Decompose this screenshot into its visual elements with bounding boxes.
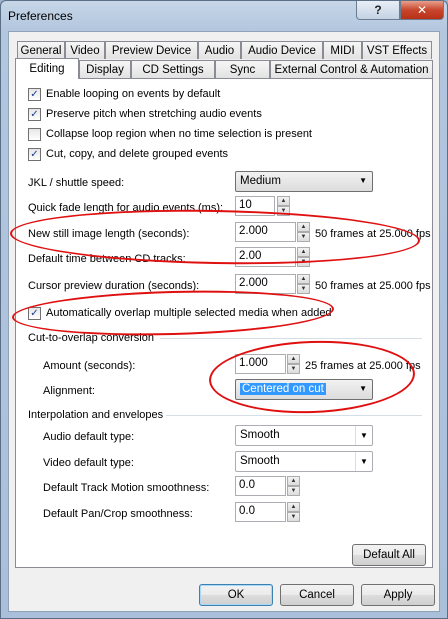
cancel-button[interactable]: Cancel <box>280 584 354 606</box>
spin-down-icon[interactable]: ▼ <box>297 284 310 294</box>
video-type-value: Smooth <box>240 455 280 467</box>
jkl-label: JKL / shuttle speed: <box>28 177 125 189</box>
help-button[interactable]: ? <box>356 1 400 20</box>
cursor-input[interactable]: 2.000 <box>235 274 296 294</box>
jkl-dropdown[interactable]: Medium ▼ <box>235 171 373 192</box>
pan-smooth-label: Default Pan/Crop smoothness: <box>43 508 193 520</box>
still-input[interactable]: 2.000 <box>235 222 296 242</box>
jkl-value: Medium <box>240 175 281 187</box>
grouped-label: Cut, copy, and delete grouped events <box>46 148 229 160</box>
cut-group-title: Cut-to-overlap conversion <box>28 332 154 344</box>
spin-down-icon[interactable]: ▼ <box>287 486 300 496</box>
audio-type-label: Audio default type: <box>43 431 135 443</box>
checkmark-icon: ✓ <box>30 308 39 319</box>
cursor-label: Cursor preview duration (seconds): <box>28 280 200 292</box>
tab-midi[interactable]: MIDI <box>323 41 362 59</box>
cut-group-divider <box>160 338 422 339</box>
loop-label: Enable looping on events by default <box>46 88 221 100</box>
spin-up-icon[interactable]: ▲ <box>287 502 300 512</box>
chevron-down-icon: ▼ <box>355 426 372 445</box>
track-smooth-label: Default Track Motion smoothness: <box>43 482 210 494</box>
cdtracks-label: Default time between CD tracks: <box>28 253 186 265</box>
chevron-down-icon: ▼ <box>359 384 367 393</box>
still-label: New still image length (seconds): <box>28 228 190 240</box>
amount-spinner[interactable]: ▲ ▼ <box>287 354 300 374</box>
audio-type-value: Smooth <box>240 429 280 441</box>
fade-input[interactable]: 10 <box>235 196 275 216</box>
pan-smooth-spinner[interactable]: ▲ ▼ <box>287 502 300 522</box>
tab-cd-settings[interactable]: CD Settings <box>131 60 215 78</box>
grouped-checkbox[interactable]: ✓ <box>28 148 41 161</box>
tab-general[interactable]: General <box>17 41 65 59</box>
amount-input[interactable]: 1.000 <box>235 354 286 374</box>
spin-up-icon[interactable]: ▲ <box>297 247 310 257</box>
spin-down-icon[interactable]: ▼ <box>287 364 300 374</box>
editing-panel: ✓ Enable looping on events by default ✓ … <box>15 78 433 568</box>
chevron-down-icon: ▼ <box>359 176 367 185</box>
window-title: Preferences <box>8 9 73 23</box>
alignment-dropdown[interactable]: Centered on cut ▼ <box>235 379 373 400</box>
close-button[interactable]: ✕ <box>400 1 444 20</box>
tab-editing[interactable]: Editing <box>15 58 79 79</box>
pitch-checkbox[interactable]: ✓ <box>28 108 41 121</box>
ok-button[interactable]: OK <box>199 584 273 606</box>
overlap-label: Automatically overlap multiple selected … <box>46 307 332 319</box>
apply-button[interactable]: Apply <box>361 584 435 606</box>
tab-audio[interactable]: Audio <box>198 41 241 59</box>
help-icon: ? <box>374 3 382 17</box>
spin-up-icon[interactable]: ▲ <box>297 222 310 232</box>
title-bar[interactable]: Preferences ? ✕ <box>1 1 447 31</box>
spin-down-icon[interactable]: ▼ <box>287 512 300 522</box>
pan-smooth-input[interactable]: 0.0 <box>235 502 286 522</box>
amount-info: 25 frames at 25.000 fps <box>305 360 421 372</box>
amount-label: Amount (seconds): <box>43 360 136 372</box>
tab-vst-effects[interactable]: VST Effects <box>362 41 432 59</box>
spin-up-icon[interactable]: ▲ <box>287 476 300 486</box>
fade-label: Quick fade length for audio events (ms): <box>28 202 224 214</box>
cursor-info: 50 frames at 25.000 fps <box>315 280 431 292</box>
track-smooth-spinner[interactable]: ▲ ▼ <box>287 476 300 496</box>
track-smooth-input[interactable]: 0.0 <box>235 476 286 496</box>
checkmark-icon: ✓ <box>30 149 39 160</box>
tab-external-control[interactable]: External Control & Automation <box>270 60 433 78</box>
tab-sync[interactable]: Sync <box>215 60 270 78</box>
loop-checkbox[interactable]: ✓ <box>28 88 41 101</box>
checkmark-icon: ✓ <box>30 109 39 120</box>
spin-down-icon[interactable]: ▼ <box>297 232 310 242</box>
tab-preview-device[interactable]: Preview Device <box>105 41 198 59</box>
close-icon: ✕ <box>416 3 428 17</box>
video-type-label: Video default type: <box>43 457 134 469</box>
cdtracks-input[interactable]: 2.00 <box>235 247 296 267</box>
video-type-dropdown[interactable]: Smooth ▼ <box>235 451 373 472</box>
alignment-value: Centered on cut <box>240 383 326 395</box>
spin-down-icon[interactable]: ▼ <box>277 206 290 216</box>
cursor-spinner[interactable]: ▲ ▼ <box>297 274 310 294</box>
tab-video[interactable]: Video <box>65 41 105 59</box>
interp-group-title: Interpolation and envelopes <box>28 409 164 421</box>
default-all-button[interactable]: Default All <box>352 544 426 566</box>
checkmark-icon: ✓ <box>30 89 39 100</box>
still-spinner[interactable]: ▲ ▼ <box>297 222 310 242</box>
chevron-down-icon: ▼ <box>355 452 372 471</box>
cdtracks-spinner[interactable]: ▲ ▼ <box>297 247 310 267</box>
spin-up-icon[interactable]: ▲ <box>277 196 290 206</box>
spin-down-icon[interactable]: ▼ <box>297 257 310 267</box>
collapse-checkbox[interactable] <box>28 128 41 141</box>
fade-spinner[interactable]: ▲ ▼ <box>277 196 290 216</box>
audio-type-dropdown[interactable]: Smooth ▼ <box>235 425 373 446</box>
dialog-client: General Video Preview Device Audio Audio… <box>8 31 440 612</box>
pitch-label: Preserve pitch when stretching audio eve… <box>46 108 262 120</box>
still-info: 50 frames at 25.000 fps <box>315 228 431 240</box>
collapse-label: Collapse loop region when no time select… <box>46 128 312 140</box>
alignment-label: Alignment: <box>43 385 95 397</box>
tab-audio-device[interactable]: Audio Device <box>241 41 323 59</box>
interp-group-divider <box>166 415 422 416</box>
spin-up-icon[interactable]: ▲ <box>287 354 300 364</box>
spin-up-icon[interactable]: ▲ <box>297 274 310 284</box>
tab-display[interactable]: Display <box>79 60 131 78</box>
overlap-checkbox[interactable]: ✓ <box>28 307 41 320</box>
preferences-window: Preferences ? ✕ General Video Preview De… <box>0 0 448 619</box>
